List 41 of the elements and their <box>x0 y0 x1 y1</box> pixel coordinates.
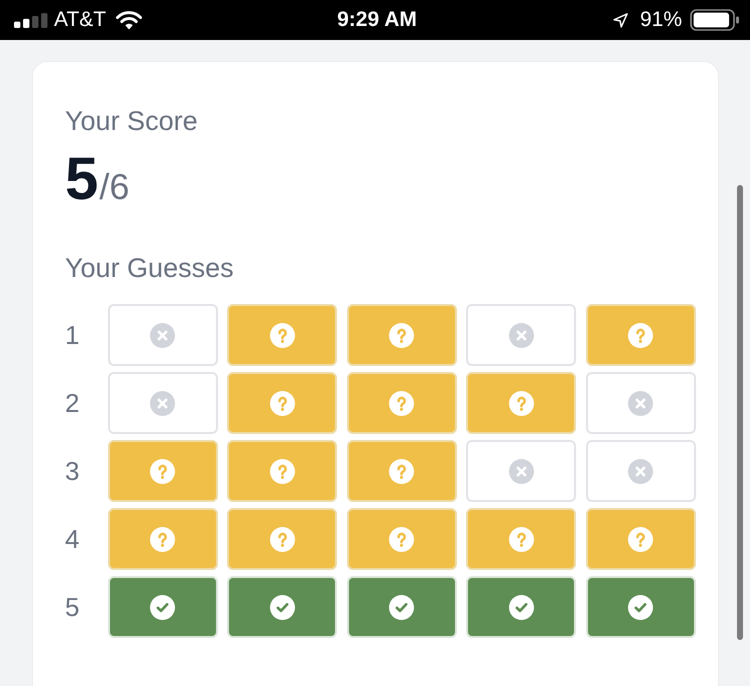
x-circle-icon <box>628 458 653 484</box>
question-circle-icon <box>389 322 414 348</box>
battery-icon <box>690 9 740 31</box>
guess-number: 1 <box>65 320 80 350</box>
guess-number: 3 <box>65 456 80 486</box>
clock-time: 9:29 AM <box>337 8 417 32</box>
guess-number: 5 <box>65 592 80 622</box>
question-circle-icon <box>389 526 414 552</box>
x-circle-icon <box>150 390 175 416</box>
x-circle-icon <box>150 322 175 348</box>
score-value: 5 <box>65 145 98 212</box>
battery-percentage: 91% <box>640 8 682 32</box>
carrier-name: AT&T <box>54 8 106 32</box>
question-circle-icon <box>270 322 294 348</box>
question-circle-icon <box>150 526 175 552</box>
question-circle-icon <box>270 390 294 416</box>
guess-number: 2 <box>65 388 80 418</box>
check-circle-icon <box>270 594 294 620</box>
question-circle-icon <box>150 458 175 484</box>
question-circle-icon <box>389 390 414 416</box>
check-circle-icon <box>389 594 414 620</box>
check-circle-icon <box>628 594 653 620</box>
question-circle-icon <box>508 526 534 552</box>
question-circle-icon <box>270 526 294 552</box>
location-arrow-icon <box>612 12 628 28</box>
question-circle-icon <box>508 390 534 416</box>
question-circle-icon <box>628 322 653 348</box>
x-circle-icon <box>628 390 653 416</box>
question-circle-icon <box>270 458 294 484</box>
check-circle-icon <box>150 594 175 620</box>
score-total: /6 <box>99 166 130 207</box>
question-circle-icon <box>628 526 653 552</box>
signal-bars-icon <box>14 12 48 28</box>
check-circle-icon <box>508 594 534 620</box>
x-circle-icon <box>508 458 534 484</box>
guesses-label: Your Guesses <box>65 252 235 285</box>
score-label: Your Score <box>65 105 199 138</box>
guess-number: 4 <box>65 524 80 554</box>
question-circle-icon <box>389 458 414 484</box>
x-circle-icon <box>508 322 534 348</box>
wifi-icon <box>116 10 142 30</box>
